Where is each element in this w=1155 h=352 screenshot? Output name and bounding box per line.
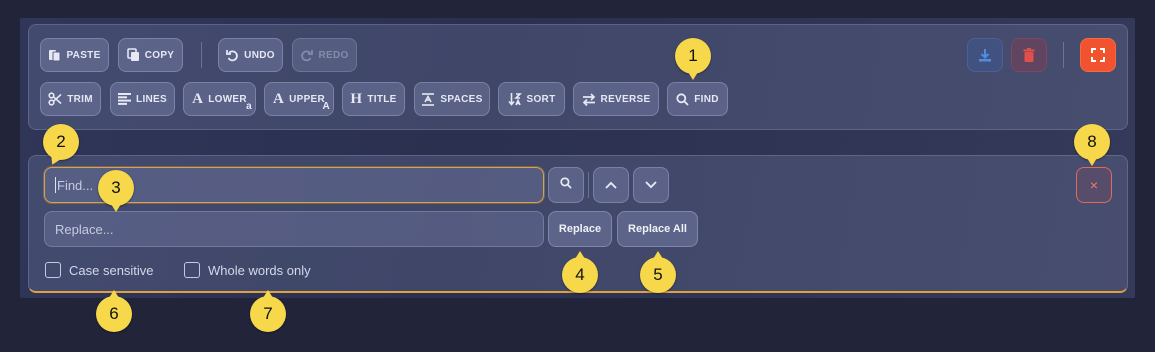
whole-words-option[interactable]: Whole words only: [184, 262, 311, 278]
annotation-marker-8: 8: [1074, 124, 1110, 166]
case-sensitive-checkbox[interactable]: [45, 262, 61, 278]
case-sensitive-option[interactable]: Case sensitive: [45, 262, 154, 278]
reverse-icon: [582, 92, 596, 106]
annotation-marker-2: 2: [43, 124, 79, 167]
chevron-down-icon: [645, 176, 657, 194]
spaces-label: SPACES: [440, 93, 483, 105]
redo-icon: [300, 49, 314, 62]
heading-icon: H: [350, 90, 363, 107]
undo-label: UNDO: [244, 49, 275, 61]
marker-number: 4: [575, 265, 585, 284]
case-sensitive-label: Case sensitive: [69, 262, 154, 278]
annotation-marker-1: 1: [675, 38, 711, 80]
lowercase-subscript: a: [246, 101, 252, 112]
marker-number: 1: [688, 46, 698, 65]
undo-icon: [226, 49, 239, 62]
marker-number: 6: [109, 304, 119, 323]
replace-input-placeholder: Replace...: [55, 221, 114, 237]
trim-label: TRIM: [67, 93, 93, 105]
previous-match-button[interactable]: [593, 167, 629, 203]
uppercase-button[interactable]: A UPPER A: [264, 82, 334, 116]
titlecase-label: TITLE: [367, 93, 397, 105]
redo-button[interactable]: REDO: [292, 38, 357, 72]
download-button[interactable]: [967, 38, 1003, 72]
annotation-marker-6: 6: [96, 290, 132, 332]
lines-button[interactable]: LINES: [110, 82, 175, 116]
marker-number: 5: [653, 265, 663, 284]
redo-label: REDO: [318, 49, 349, 61]
copy-label: COPY: [144, 49, 175, 61]
trash-icon: [1023, 48, 1035, 62]
lowercase-icon: A: [192, 90, 204, 107]
paste-icon: [48, 48, 61, 62]
uppercase-icon: A: [272, 90, 285, 107]
undo-button[interactable]: UNDO: [218, 38, 283, 72]
delete-button[interactable]: [1011, 38, 1047, 72]
sort-label: SORT: [526, 93, 556, 105]
close-find-panel-button[interactable]: ×: [1076, 167, 1112, 203]
spaces-button[interactable]: SPACES: [414, 82, 490, 116]
chevron-up-icon: [605, 176, 617, 194]
marker-number: 2: [56, 132, 66, 151]
fullscreen-icon: [1091, 48, 1105, 62]
paste-label: PASTE: [66, 49, 101, 61]
copy-button[interactable]: COPY: [118, 38, 183, 72]
whole-words-checkbox[interactable]: [184, 262, 200, 278]
toolbar-divider-right: [1063, 42, 1064, 68]
lowercase-button[interactable]: A LOWER a: [183, 82, 256, 116]
text-caret: [55, 177, 56, 193]
download-icon: [978, 48, 992, 62]
close-icon: ×: [1089, 177, 1099, 193]
sort-icon: [507, 92, 522, 106]
titlecase-button[interactable]: H TITLE: [342, 82, 405, 116]
annotation-marker-4: 4: [562, 251, 598, 293]
replace-all-label: Replace All: [628, 223, 687, 235]
lines-icon: [118, 93, 132, 105]
next-match-button[interactable]: [633, 167, 669, 203]
copy-icon: [126, 48, 140, 62]
uppercase-label: UPPER: [289, 93, 326, 105]
search-icon: [676, 92, 689, 106]
fullscreen-button[interactable]: [1080, 38, 1116, 72]
uppercase-subscript: A: [322, 101, 330, 112]
find-button[interactable]: FIND: [667, 82, 728, 116]
marker-number: 8: [1087, 132, 1097, 151]
whole-words-label: Whole words only: [208, 262, 311, 278]
marker-number: 3: [111, 178, 121, 197]
scissors-icon: [48, 92, 62, 106]
search-icon: [560, 176, 572, 194]
replace-input[interactable]: Replace...: [44, 211, 544, 247]
lines-label: LINES: [136, 93, 167, 105]
replace-all-button[interactable]: Replace All: [617, 211, 698, 247]
replace-label: Replace: [558, 223, 602, 235]
annotation-marker-3: 3: [98, 170, 134, 212]
find-divider: [588, 172, 589, 198]
spaces-icon: [421, 92, 435, 106]
toolbar-divider: [201, 42, 202, 68]
annotation-marker-5: 5: [640, 251, 676, 293]
reverse-label: REVERSE: [600, 93, 651, 105]
marker-number: 7: [263, 304, 273, 323]
replace-button[interactable]: Replace: [548, 211, 612, 247]
trim-button[interactable]: TRIM: [40, 82, 101, 116]
annotation-marker-7: 7: [250, 290, 286, 332]
sort-button[interactable]: SORT: [498, 82, 565, 116]
paste-button[interactable]: PASTE: [40, 38, 109, 72]
find-input-placeholder: Find...: [57, 177, 94, 193]
find-label: FIND: [694, 93, 719, 105]
lowercase-label: LOWER: [208, 93, 247, 105]
find-search-button[interactable]: [548, 167, 584, 203]
reverse-button[interactable]: REVERSE: [573, 82, 659, 116]
